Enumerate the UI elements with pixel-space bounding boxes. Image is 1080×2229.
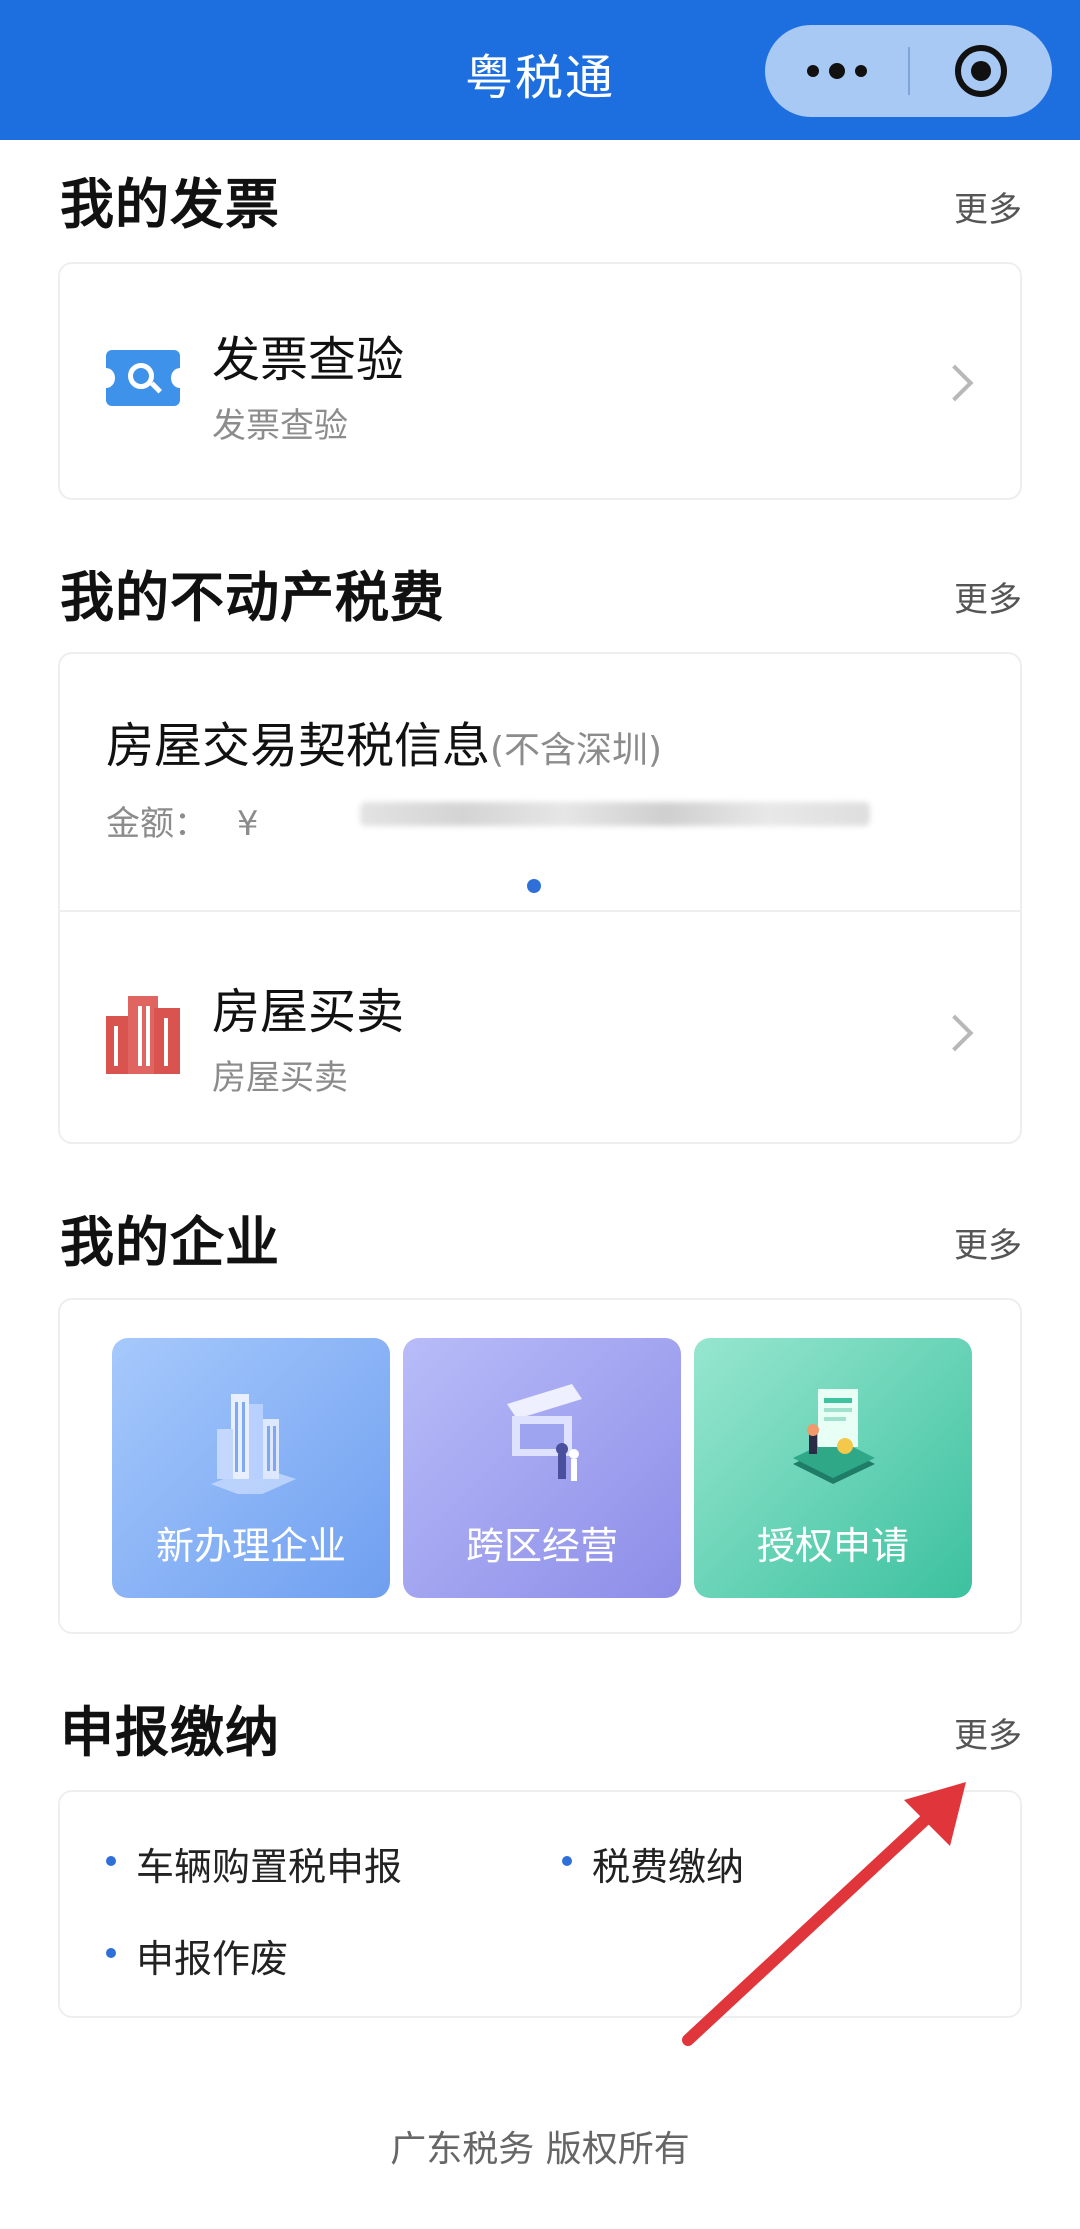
close-mini-program-icon[interactable] xyxy=(955,45,1007,97)
city-buildings-icon xyxy=(211,1394,296,1494)
declare-item-tax-payment[interactable]: 税费缴纳 xyxy=(562,1836,745,1891)
more-options-button[interactable] xyxy=(765,25,908,117)
declare-item-label: 税费缴纳 xyxy=(592,1845,745,1889)
authorization-document-icon xyxy=(793,1389,875,1484)
tile-new-enterprise[interactable]: 新办理企业 xyxy=(112,1338,390,1598)
invoice-check-subtitle: 发票查验 xyxy=(212,406,348,446)
redacted-amount xyxy=(360,802,870,826)
carousel-indicator-dot xyxy=(527,879,541,893)
dot-icon xyxy=(806,65,819,77)
tile-authorization[interactable]: 授权申请 xyxy=(694,1338,972,1598)
enterprise-card: 新办理企业 跨区经营 授权申请 xyxy=(58,1298,1022,1634)
chevron-right-icon xyxy=(936,364,974,402)
section-title-enterprise: 我的企业 xyxy=(60,1211,280,1274)
building-icon xyxy=(106,996,180,1074)
deed-info-title: 房屋交易契税信息 xyxy=(106,718,491,774)
declare-item-label: 车辆购置税申报 xyxy=(136,1845,403,1889)
deed-amount-row: 金额： ¥ xyxy=(106,796,258,845)
declare-item-label: 申报作废 xyxy=(136,1937,289,1981)
section-title-invoice: 我的发票 xyxy=(60,173,280,236)
ticket-search-icon xyxy=(97,350,189,406)
declare-card: 车辆购置税申报 税费缴纳 申报作废 xyxy=(58,1790,1022,2018)
section-title-declare: 申报缴纳 xyxy=(60,1701,280,1764)
house-trade-title: 房屋买卖 xyxy=(212,984,405,1040)
tile-cross-region[interactable]: 跨区经营 xyxy=(403,1338,681,1598)
tile-label: 授权申请 xyxy=(756,1524,909,1568)
enterprise-more-link[interactable]: 更多 xyxy=(954,1218,1022,1267)
invoice-check-title: 发票查验 xyxy=(212,332,405,388)
realestate-card: 房屋交易契税信息(不含深圳) 金额： ¥ 房屋买卖 房屋买卖 xyxy=(58,652,1022,1144)
declare-item-void[interactable]: 申报作废 xyxy=(106,1928,289,1983)
tile-label: 跨区经营 xyxy=(465,1524,618,1568)
dot-icon xyxy=(854,65,867,77)
deed-info[interactable]: 房屋交易契税信息(不含深圳) xyxy=(106,706,662,776)
house-trade-row[interactable]: 房屋买卖 房屋买卖 xyxy=(60,912,1020,1144)
deed-info-note: (不含深圳) xyxy=(490,730,663,771)
dot-icon xyxy=(828,63,845,79)
mini-program-capsule xyxy=(765,25,1052,117)
invoice-check-card[interactable]: 发票查验 发票查验 xyxy=(58,262,1022,500)
declare-more-link[interactable]: 更多 xyxy=(954,1708,1022,1757)
tile-label: 新办理企业 xyxy=(155,1524,346,1568)
top-bar: 粤税通 xyxy=(0,0,1080,140)
currency-symbol: ¥ xyxy=(236,804,259,844)
section-title-realestate: 我的不动产税费 xyxy=(60,566,445,629)
invoice-more-link[interactable]: 更多 xyxy=(954,182,1022,231)
amount-label: 金额： xyxy=(106,804,208,844)
capsule-divider xyxy=(908,47,910,95)
house-trade-subtitle: 房屋买卖 xyxy=(212,1058,348,1098)
footer-copyright: 广东税务 版权所有 xyxy=(390,2129,690,2170)
realestate-more-link[interactable]: 更多 xyxy=(954,572,1022,621)
declare-item-vehicle-tax[interactable]: 车辆购置税申报 xyxy=(106,1836,403,1891)
storefront-icon xyxy=(507,1384,582,1481)
chevron-right-icon xyxy=(936,1014,974,1052)
